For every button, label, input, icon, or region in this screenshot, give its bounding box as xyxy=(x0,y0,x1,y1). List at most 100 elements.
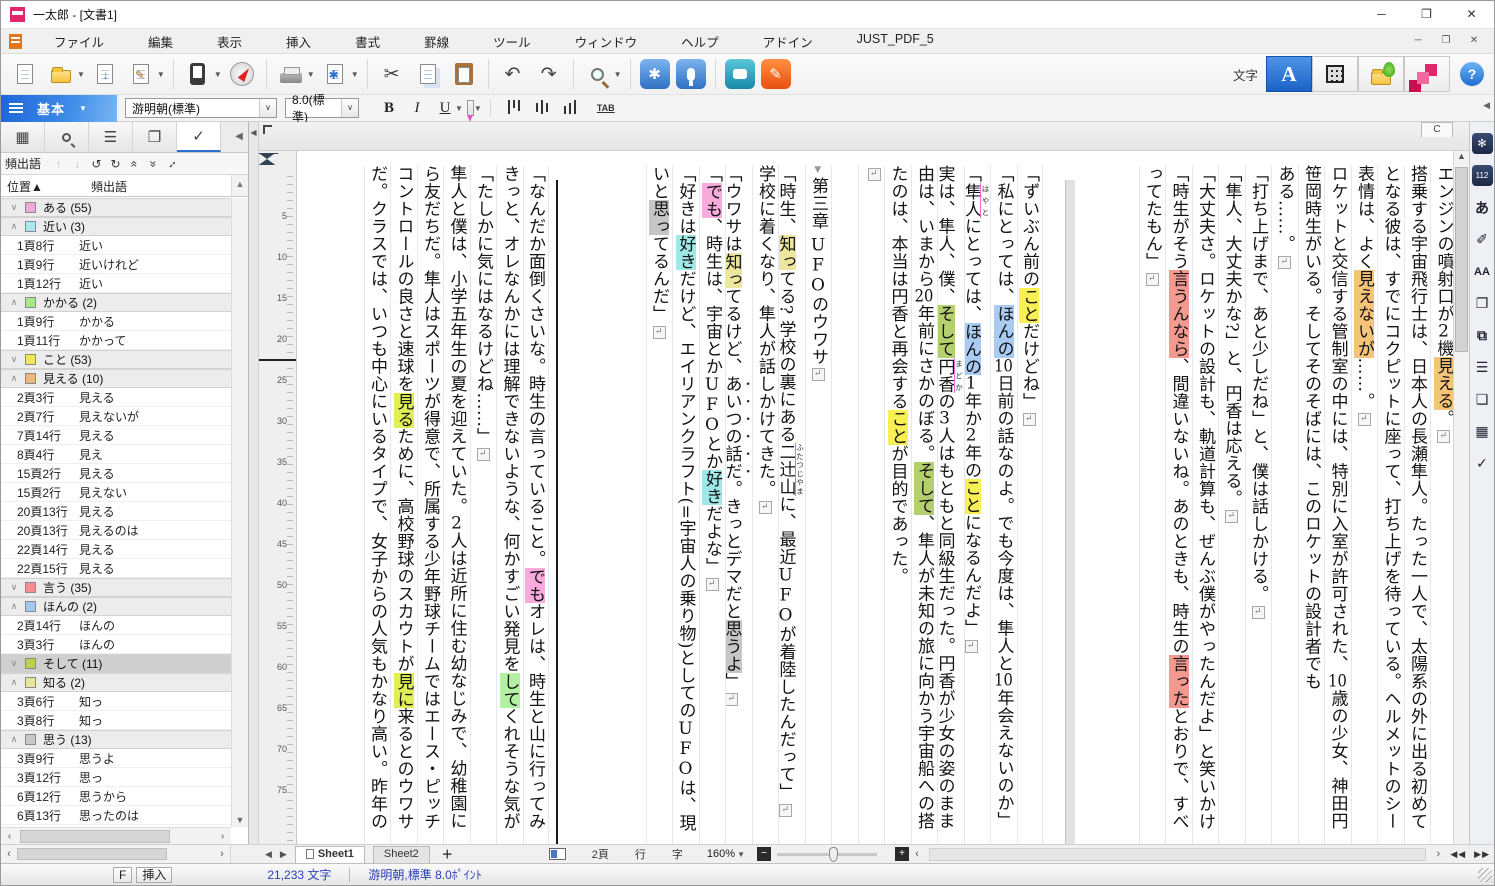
doc-scroll-right-arrow[interactable]: › xyxy=(1430,848,1446,860)
navigation-compass-button[interactable] xyxy=(224,56,260,92)
panel-c-tab[interactable]: C xyxy=(1421,122,1453,137)
menu-item-ツール[interactable]: ツール xyxy=(471,28,553,55)
font-size-caret[interactable]: ∨ xyxy=(341,99,358,117)
addon-flower-icon[interactable]: ✻ xyxy=(1472,133,1493,154)
doc-restore-button[interactable]: ❐ xyxy=(1432,31,1460,51)
menu-item-編集[interactable]: 編集 xyxy=(126,28,195,55)
zoom-in-button[interactable]: + xyxy=(895,847,909,861)
sheet-tab-2[interactable]: Sheet2 xyxy=(373,846,430,863)
mosaic-view-icon[interactable]: ▦ xyxy=(1472,421,1493,442)
sidebar-tab-outline[interactable]: ☰ xyxy=(89,122,133,152)
viewer-mode-button[interactable] xyxy=(180,56,216,92)
word-occurrence-row[interactable]: 20頁13行見える xyxy=(1,502,231,521)
paste-button[interactable] xyxy=(446,56,482,92)
word-occurrence-row[interactable]: 3頁9行思うよ xyxy=(1,749,231,768)
insert-object-button[interactable] xyxy=(1358,56,1404,92)
scroll-right-arrow[interactable]: › xyxy=(214,848,230,860)
word-occurrence-row[interactable]: 1頁11行かかって xyxy=(1,331,231,350)
zoom-level[interactable]: 160% xyxy=(707,848,735,860)
word-occurrence-row[interactable]: 1頁9行かかる xyxy=(1,312,231,331)
underline-dropdown[interactable]: ▼ xyxy=(455,104,463,113)
highlight-color-swatch[interactable] xyxy=(25,221,36,232)
highlight-color-swatch[interactable] xyxy=(25,677,36,688)
splitter-collapse-arrow[interactable]: ◀ xyxy=(249,128,258,137)
menu-item-罫線[interactable]: 罫線 xyxy=(402,28,471,55)
proof-pen-icon[interactable]: ✐ xyxy=(1472,229,1493,250)
expand-chevron-icon[interactable]: ∨ xyxy=(7,582,21,593)
collapse-chevron-icon[interactable]: ∧ xyxy=(7,297,21,308)
menu-item-挿入[interactable]: 挿入 xyxy=(264,28,333,55)
highlight-color-swatch[interactable] xyxy=(25,354,36,365)
zoom-slider[interactable] xyxy=(777,853,877,856)
char-count-icon[interactable]: 112 xyxy=(1472,165,1493,186)
ribbon-tab-basic[interactable]: 基本 ▼ xyxy=(1,95,117,122)
marker-tool-button[interactable]: ✎ xyxy=(761,59,791,89)
document-page-1[interactable]: ↵エンジンの噴射口が2機見える。↵搭乗する宇宙飛行士は、日本人の長瀬隼人。たった… xyxy=(1075,151,1469,844)
word-group-row[interactable]: ∨言う (35) xyxy=(1,578,231,597)
underline-button[interactable]: U xyxy=(433,97,457,119)
sidebar-vertical-scrollbar[interactable]: ▼ xyxy=(231,198,248,827)
column-word[interactable]: 頻出語 xyxy=(87,175,231,196)
document-horizontal-scrollbar[interactable] xyxy=(929,848,1426,861)
save-as-button[interactable]: ✎ xyxy=(123,56,159,92)
font-name-caret[interactable]: ∨ xyxy=(259,99,276,117)
function-key-button[interactable]: F xyxy=(113,867,132,883)
word-occurrence-row[interactable]: 1頁8行近い xyxy=(1,236,231,255)
ruler-marker[interactable] xyxy=(259,153,275,165)
scrollbar-thumb[interactable] xyxy=(20,830,170,843)
close-button[interactable]: ✕ xyxy=(1449,1,1494,28)
scrollbar-thumb[interactable] xyxy=(1455,167,1468,352)
word-occurrence-row[interactable]: 22頁14行見える xyxy=(1,540,231,559)
font-size-icon[interactable]: AA xyxy=(1472,261,1493,282)
move-down-button[interactable]: ↓ xyxy=(68,157,87,171)
search-button[interactable] xyxy=(580,56,616,92)
insert-mode-button[interactable]: 挿入 xyxy=(136,867,172,883)
help-button[interactable]: ? xyxy=(1460,62,1484,86)
minimize-button[interactable]: ─ xyxy=(1359,1,1404,28)
toolbar-collapse-arrow[interactable]: ◀ xyxy=(1483,100,1490,111)
highlight-color-swatch[interactable] xyxy=(25,734,36,745)
expand-chevron-icon[interactable]: ∨ xyxy=(7,354,21,365)
word-occurrence-row[interactable]: 3頁12行思っ xyxy=(1,768,231,787)
word-group-row[interactable]: ∨こと (53) xyxy=(1,350,231,369)
cut-button[interactable]: ✂ xyxy=(374,56,410,92)
sidebar-horizontal-scrollbar[interactable]: ‹ › xyxy=(1,827,231,844)
zoom-slider-thumb[interactable] xyxy=(829,847,838,862)
tab-stop-button[interactable]: TAB xyxy=(597,103,615,113)
word-occurrence-row[interactable]: 6頁13行思ったのは xyxy=(1,806,231,825)
text-mode-button[interactable]: A xyxy=(1266,56,1312,92)
word-occurrence-row[interactable]: 3頁8行知っ xyxy=(1,711,231,730)
word-group-row[interactable]: ∧ほんの (2) xyxy=(1,597,231,616)
document-icon[interactable] xyxy=(9,34,22,49)
doc-close-button[interactable]: ✕ xyxy=(1460,31,1488,51)
font-name-select[interactable]: 游明朝(標準) ∨ xyxy=(125,98,277,118)
word-occurrence-row[interactable]: 3頁6行知っ xyxy=(1,692,231,711)
outline-list-icon[interactable]: ☰ xyxy=(1472,357,1493,378)
redo-button[interactable]: ↷ xyxy=(531,56,567,92)
highlighter-pen-button[interactable] xyxy=(467,100,474,116)
scrollbar-thumb[interactable] xyxy=(17,848,167,860)
expand-chevron-icon[interactable]: ∨ xyxy=(7,658,21,669)
word-group-row[interactable]: ∧見える (10) xyxy=(1,369,231,388)
word-group-row[interactable]: ∧かかる (2) xyxy=(1,293,231,312)
pages-container[interactable]: ↵エンジンの噴射口が2機見える。↵搭乗する宇宙飛行士は、日本人の長瀬隼人。たった… xyxy=(297,151,1453,844)
collapse-chevron-icon[interactable]: ∧ xyxy=(7,601,21,612)
sheet-tab-1[interactable]: Sheet1 xyxy=(295,846,365,863)
doc-minimize-button[interactable]: ─ xyxy=(1404,31,1432,51)
word-occurrence-row[interactable]: 20頁13行見えるのは xyxy=(1,521,231,540)
voice-input-button[interactable] xyxy=(676,59,706,89)
document-page-3[interactable]: 「なんだか面倒くさいな。時生の言っていること。でもオレは、時生と山に行ってみたい… xyxy=(335,151,554,844)
menu-item-書式[interactable]: 書式 xyxy=(333,28,402,55)
word-occurrence-row[interactable]: 8頁4行見え xyxy=(1,445,231,464)
word-occurrence-row[interactable]: 15頁2行見えない xyxy=(1,483,231,502)
word-group-row[interactable]: ∧近い (3) xyxy=(1,217,231,236)
align-center-button[interactable] xyxy=(531,98,553,118)
scroll-left-arrow[interactable]: ‹ xyxy=(1,831,18,842)
collapse-all-button[interactable]: « xyxy=(125,157,144,171)
copy-pages-icon[interactable]: ⧉ xyxy=(1472,325,1493,346)
word-occurrence-row[interactable]: 7頁14行見える xyxy=(1,426,231,445)
sheet-scroll-left[interactable]: ◀ xyxy=(265,849,272,860)
page-layout-icon[interactable] xyxy=(549,848,566,860)
restore-button[interactable]: ❐ xyxy=(1404,1,1449,28)
addon-tool-button[interactable]: ✱ xyxy=(640,59,670,89)
